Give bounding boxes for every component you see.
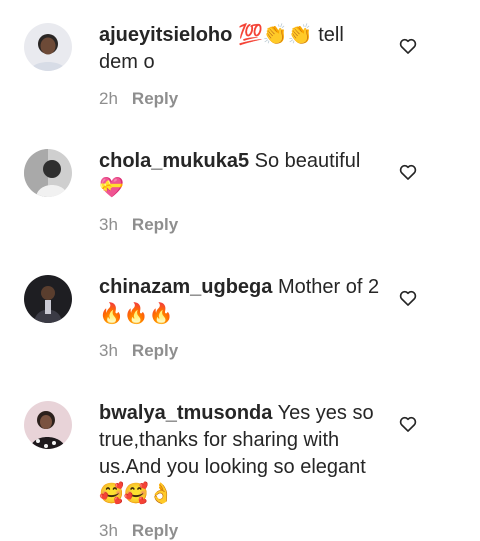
comment-time: 3h	[99, 521, 118, 540]
heart-outline-icon[interactable]	[398, 414, 418, 434]
heart-outline-icon[interactable]	[398, 162, 418, 182]
comment-username[interactable]: ajueyitsieloho	[99, 24, 232, 46]
comment-meta: 3h Reply	[99, 215, 178, 235]
heart-outline-icon[interactable]	[398, 36, 418, 56]
avatar[interactable]	[24, 275, 72, 323]
comment-meta: 3h Reply	[99, 521, 178, 541]
comment-text: bwalya_tmusonda Yes yes so true,thanks f…	[99, 400, 384, 508]
comment-username[interactable]: chinazam_ugbega	[99, 276, 272, 298]
reply-button[interactable]: Reply	[132, 521, 178, 540]
comment-time: 3h	[99, 215, 118, 234]
reply-button[interactable]: Reply	[132, 89, 178, 108]
comment-username[interactable]: chola_mukuka5	[99, 150, 249, 172]
avatar[interactable]	[24, 401, 72, 449]
heart-outline-icon[interactable]	[398, 288, 418, 308]
comment-time: 3h	[99, 341, 118, 360]
comment-username[interactable]: bwalya_tmusonda	[99, 402, 272, 424]
comment-text: chola_mukuka5 So beautiful 💝	[99, 148, 384, 202]
comment-text: chinazam_ugbega Mother of 2 🔥🔥🔥	[99, 274, 384, 328]
reply-button[interactable]: Reply	[132, 215, 178, 234]
comment-text: ajueyitsieloho 💯👏👏 tell dem o	[99, 22, 384, 76]
avatar[interactable]	[24, 149, 72, 197]
reply-button[interactable]: Reply	[132, 341, 178, 360]
comment-time: 2h	[99, 89, 118, 108]
comment-meta: 3h Reply	[99, 341, 178, 361]
avatar[interactable]	[24, 23, 72, 71]
comment-meta: 2h Reply	[99, 89, 178, 109]
